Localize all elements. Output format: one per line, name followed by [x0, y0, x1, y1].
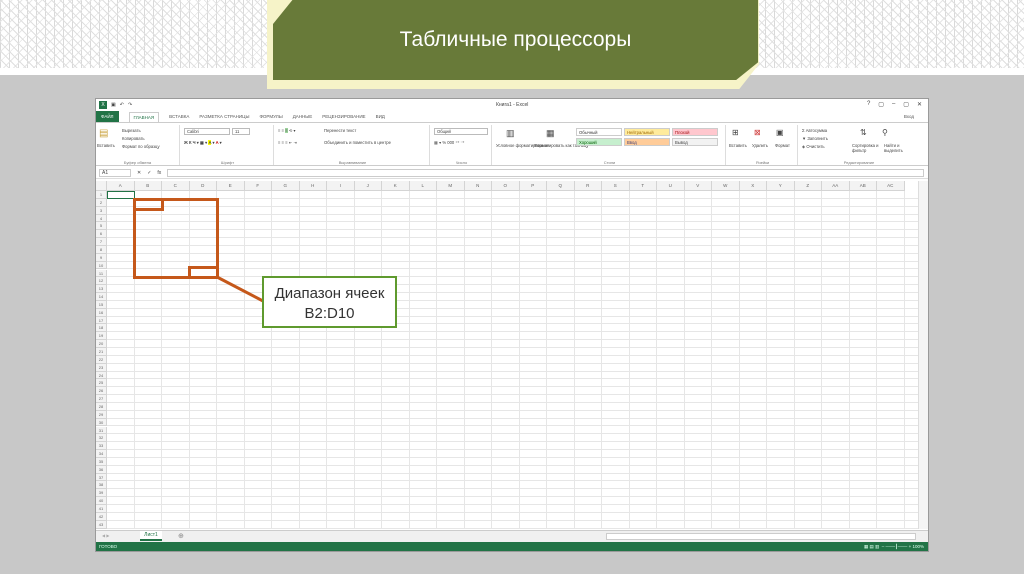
callout-box: Диапазон ячеек B2:D10 [262, 276, 397, 328]
callout-connector [216, 275, 264, 303]
callout-line1: Диапазон ячеек [274, 285, 385, 302]
callout-line2: B2:D10 [304, 305, 355, 322]
